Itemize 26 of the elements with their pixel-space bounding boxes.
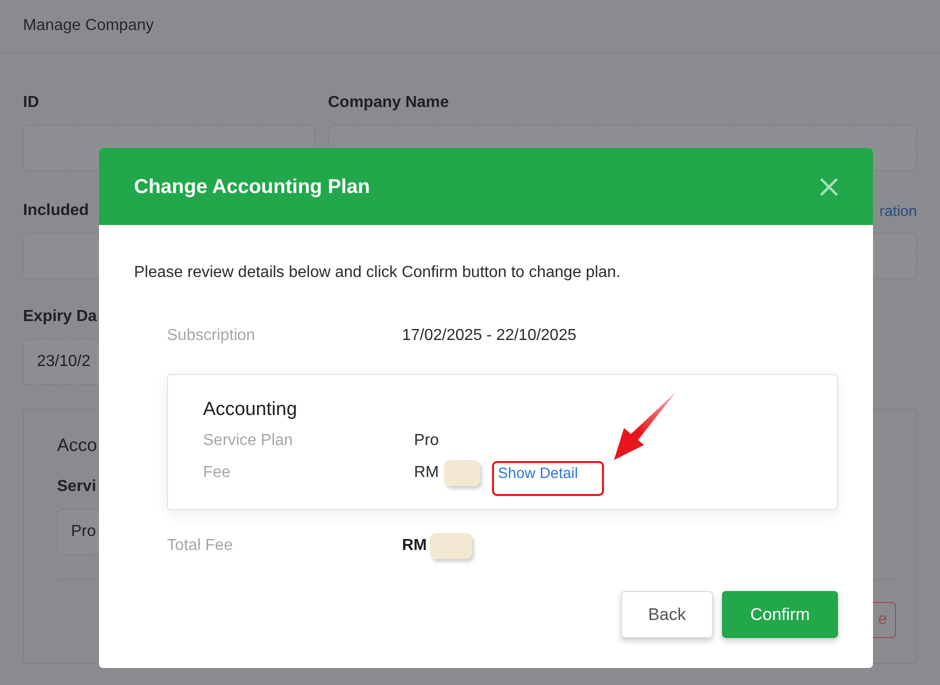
section-title: Acco (57, 434, 98, 457)
plan-label: Service Plan (203, 430, 294, 450)
link[interactable]: ration (879, 200, 917, 223)
field-label: Servi (57, 477, 98, 497)
plan-label: Fee (203, 462, 232, 482)
redaction-mark (444, 460, 480, 486)
plan-value: Pro (414, 430, 439, 450)
arrow-drawing (612, 390, 678, 462)
confirm-button[interactable]: Confirm (722, 591, 838, 638)
close-icon[interactable] (819, 176, 839, 196)
field-label: Company Name (328, 93, 450, 113)
instruction-text: Please review details below and click Confirm button to change plan. (134, 263, 622, 283)
subscription-value: 17/02/2025 - 22/10/2025 (402, 326, 576, 346)
plan-title: Accounting (203, 398, 298, 422)
back-button[interactable]: Back (621, 591, 713, 638)
subscription-label: Subscription (167, 326, 256, 346)
dialog-title: Change Accounting Plan (134, 174, 370, 200)
page-title: Manage Company (23, 16, 154, 36)
show-detail-link[interactable]: Show Detail (498, 464, 578, 482)
total-fee-value: RM (402, 536, 427, 556)
field-label: Included (23, 201, 89, 221)
plan-value: RM (414, 462, 439, 482)
field-label: ID (23, 93, 40, 113)
redaction-mark (430, 533, 472, 559)
total-fee-label: Total Fee (167, 536, 234, 556)
field-label: Expiry Da (23, 307, 98, 327)
